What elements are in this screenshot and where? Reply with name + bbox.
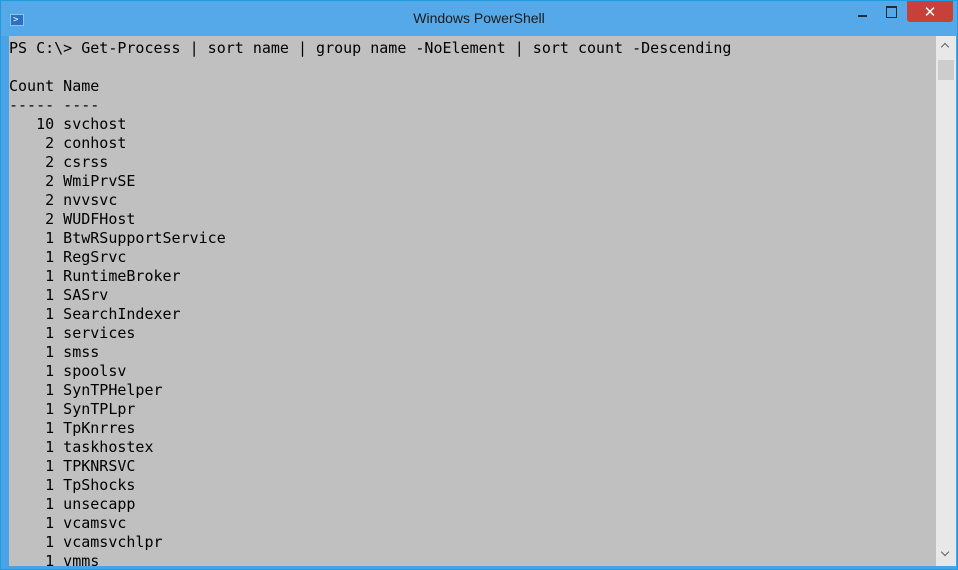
- process-count: 1: [45, 229, 55, 247]
- process-count: 1: [45, 381, 55, 399]
- process-count: 1: [45, 457, 55, 475]
- process-count: 2: [45, 191, 55, 209]
- process-name: services: [63, 324, 136, 342]
- process-count: 1: [45, 476, 55, 494]
- process-count: 1: [45, 267, 55, 285]
- process-row: 1 BtwRSupportService: [9, 229, 226, 248]
- process-row: 2 csrss: [9, 153, 108, 172]
- process-row: 2 WmiPrvSE: [9, 172, 135, 191]
- title-bar[interactable]: > Windows PowerShell ✕: [1, 1, 957, 36]
- process-name: spoolsv: [63, 362, 127, 380]
- process-count: 10: [36, 115, 55, 133]
- process-row: 2 nvvsvc: [9, 191, 117, 210]
- process-row: 1 SynTPLpr: [9, 400, 135, 419]
- process-count: 1: [45, 495, 55, 513]
- process-name: BtwRSupportService: [63, 229, 226, 247]
- process-count: 1: [45, 286, 55, 304]
- close-button[interactable]: ✕: [907, 1, 953, 22]
- process-row: 1 vcamsvchlpr: [9, 533, 163, 552]
- process-name: vcamsvchlpr: [63, 533, 163, 551]
- command-line: PS C:\> Get-Process | sort name | group …: [9, 39, 732, 57]
- process-row: 1 taskhostex: [9, 438, 153, 457]
- close-icon: ✕: [923, 3, 937, 21]
- process-count: 1: [45, 324, 55, 342]
- scroll-thumb[interactable]: [938, 60, 954, 80]
- powershell-window: > Windows PowerShell ✕ PS C:\> Get-Proce…: [0, 0, 958, 570]
- process-name: WUDFHost: [63, 210, 136, 228]
- process-row: 1 smss: [9, 343, 99, 362]
- process-name: taskhostex: [63, 438, 154, 456]
- process-row: 1 TpShocks: [9, 476, 135, 495]
- process-count: 2: [45, 172, 55, 190]
- scroll-up-button[interactable]: [936, 36, 956, 56]
- process-row: 1 RegSrvc: [9, 248, 126, 267]
- process-name: SynTPLpr: [63, 400, 136, 418]
- process-name: WmiPrvSE: [63, 172, 136, 190]
- process-name: RuntimeBroker: [63, 267, 181, 285]
- process-name: nvvsvc: [63, 191, 118, 209]
- process-row: 1 spoolsv: [9, 362, 126, 381]
- process-count: 1: [45, 362, 55, 380]
- process-row: 1 RuntimeBroker: [9, 267, 181, 286]
- process-name: unsecapp: [63, 495, 136, 513]
- vertical-scrollbar[interactable]: [936, 36, 956, 566]
- process-count: 1: [45, 343, 55, 361]
- process-row: 1 SearchIndexer: [9, 305, 181, 324]
- process-row: 1 SASrv: [9, 286, 108, 305]
- process-count: 2: [45, 210, 55, 228]
- process-name: csrss: [63, 153, 109, 171]
- process-row: 1 unsecapp: [9, 495, 135, 514]
- process-name: TpShocks: [63, 476, 136, 494]
- process-count: 1: [45, 305, 55, 323]
- process-count: 2: [45, 153, 55, 171]
- process-count: 1: [45, 514, 55, 532]
- process-name: TpKnrres: [63, 419, 136, 437]
- process-count: 1: [45, 419, 55, 437]
- minimize-button[interactable]: [849, 1, 876, 23]
- process-name: TPKNRSVC: [63, 457, 136, 475]
- process-row: 1 TPKNRSVC: [9, 457, 135, 476]
- process-count: 1: [45, 438, 55, 456]
- process-name: SynTPHelper: [63, 381, 163, 399]
- process-row: 10 svchost: [9, 115, 126, 134]
- process-row: 1 services: [9, 324, 135, 343]
- process-name: SearchIndexer: [63, 305, 181, 323]
- process-row: 1 SynTPHelper: [9, 381, 163, 400]
- process-count: 1: [45, 248, 55, 266]
- process-row: 1 vmms: [9, 552, 99, 566]
- process-row: 1 vcamsvc: [9, 514, 126, 533]
- process-count: 1: [45, 533, 55, 551]
- process-name: smss: [63, 343, 100, 361]
- process-row: 2 WUDFHost: [9, 210, 135, 229]
- maximize-button[interactable]: [878, 1, 905, 23]
- process-count: 1: [45, 400, 55, 418]
- process-name: conhost: [63, 134, 127, 152]
- window-title: Windows PowerShell: [413, 10, 545, 26]
- column-header: Count Name: [9, 77, 100, 95]
- process-name: svchost: [63, 115, 127, 133]
- process-name: RegSrvc: [63, 248, 127, 266]
- process-count: 2: [45, 134, 55, 152]
- process-count: 1: [45, 552, 55, 566]
- process-name: vmms: [63, 552, 100, 566]
- process-name: vcamsvc: [63, 514, 127, 532]
- process-row: 2 conhost: [9, 134, 126, 153]
- scroll-down-button[interactable]: [936, 544, 956, 564]
- process-name: SASrv: [63, 286, 109, 304]
- column-separator: ----- ----: [9, 96, 100, 114]
- console-output[interactable]: PS C:\> Get-Process | sort name | group …: [9, 36, 936, 566]
- process-row: 1 TpKnrres: [9, 419, 135, 438]
